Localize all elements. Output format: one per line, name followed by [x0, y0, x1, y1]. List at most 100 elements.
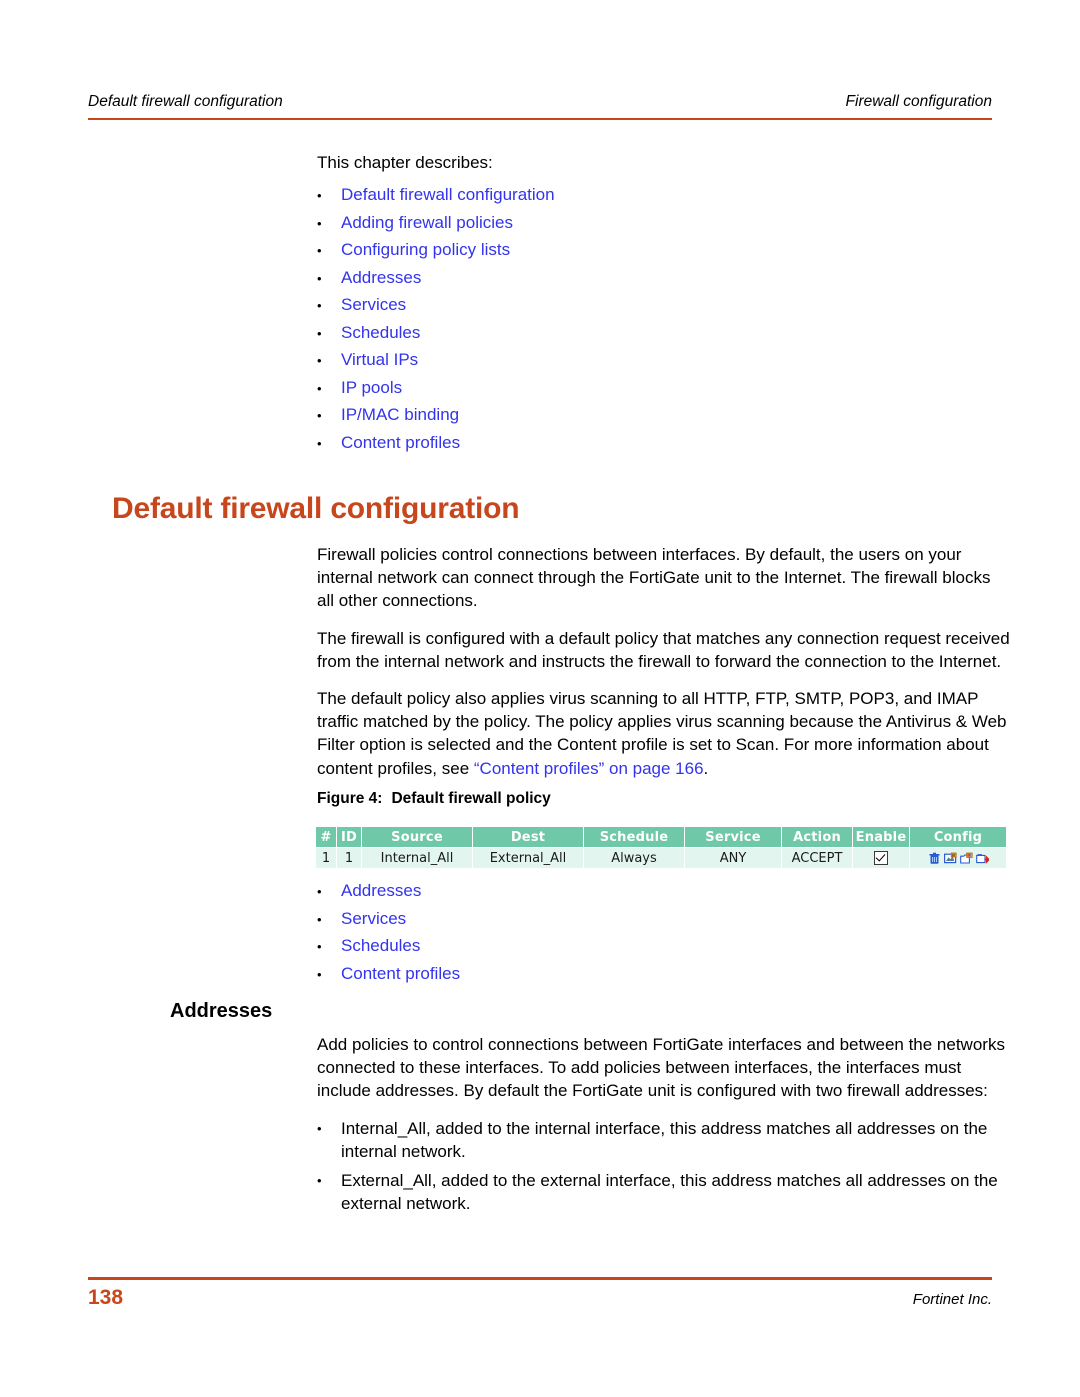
paragraph-1: Firewall policies control connections be…	[317, 545, 991, 611]
bullet-glyph: •	[317, 243, 322, 258]
cell-number: 1	[315, 847, 337, 869]
chapter-link-virtual-ips[interactable]: Virtual IPs	[341, 347, 418, 374]
bullet-glyph: •	[317, 215, 322, 231]
bullet-glyph: •	[317, 884, 322, 899]
chapter-link-addresses[interactable]: Addresses	[341, 265, 421, 292]
addresses-bullet-list: • Internal_All, added to the internal int…	[317, 1117, 1007, 1216]
bullet-glyph: •	[317, 380, 322, 396]
edit-icon[interactable]	[943, 852, 957, 865]
section-topic-list: • Addresses • Services • Schedules • Content…	[317, 878, 717, 988]
running-header-right: Firewall configuration	[845, 93, 992, 110]
page-number: 138	[88, 1286, 124, 1309]
bullet-glyph: •	[317, 1120, 322, 1136]
chapter-link-content-profiles[interactable]: Content profiles	[341, 430, 460, 457]
bullet-glyph: •	[317, 939, 322, 954]
chapter-link-schedules[interactable]: Schedules	[341, 320, 420, 347]
section-link-services[interactable]: Services	[341, 906, 406, 933]
table-header-row: # ID Source Dest Schedule Service Action…	[315, 826, 1007, 848]
running-header-left: Default firewall configuration	[88, 93, 283, 110]
header-rule	[88, 118, 992, 120]
bullet-glyph: •	[317, 911, 322, 927]
cell-config	[909, 847, 1007, 869]
column-header-action: Action	[781, 826, 853, 848]
chapter-link-ip-pools[interactable]: IP pools	[341, 375, 402, 402]
paragraph-3-period: .	[703, 758, 709, 778]
bullet-glyph: •	[317, 1173, 322, 1189]
bullet-glyph: •	[317, 325, 322, 341]
chapter-link-services[interactable]: Services	[341, 292, 406, 319]
cell-schedule: Always	[583, 847, 685, 869]
cell-service: ANY	[684, 847, 782, 869]
figure-title: Default firewall policy	[391, 790, 551, 807]
figure-caption: Figure 4: Default firewall policy	[317, 790, 551, 808]
config-icon-group	[910, 852, 1006, 865]
addresses-section-body: Add policies to control connections betw…	[317, 1033, 1007, 1221]
section-link-content-profiles[interactable]: Content profiles	[341, 961, 460, 988]
insert-icon[interactable]	[975, 852, 990, 865]
list-item: • Configuring policy lists	[317, 237, 997, 265]
intro-lead: This chapter describes:	[317, 153, 493, 172]
body-text-column: Firewall policies control connections be…	[317, 543, 1012, 780]
cross-reference-link-content-profiles[interactable]: “Content profiles” on page 166	[474, 759, 704, 778]
cell-enable	[852, 847, 910, 869]
footer-rule	[88, 1277, 992, 1280]
cell-dest: External_All	[472, 847, 584, 869]
page-footer: 138 Fortinet Inc.	[88, 1286, 992, 1310]
column-header-dest: Dest	[472, 826, 584, 848]
bullet-glyph: •	[317, 966, 322, 982]
bullet-glyph: •	[317, 353, 322, 368]
table-header: # ID Source Dest Schedule Service Action…	[315, 826, 1007, 848]
address-item-external-all: External_All, added to the external inte…	[341, 1171, 998, 1214]
document-page: Default firewall configuration Firewall …	[0, 0, 1080, 1397]
list-item: • Addresses	[317, 878, 717, 906]
table-row: 1 1 Internal_All External_All Always ANY…	[315, 847, 1007, 869]
section-heading-addresses: Addresses	[170, 1000, 273, 1022]
delete-icon[interactable]	[928, 852, 941, 865]
list-item: • Content profiles	[317, 430, 997, 458]
chapter-link-default-firewall-configuration[interactable]: Default firewall configuration	[341, 182, 555, 209]
bullet-glyph: •	[317, 408, 322, 423]
paragraph-3: The default policy also applies virus sc…	[317, 687, 1012, 780]
chapter-link-adding-firewall-policies[interactable]: Adding firewall policies	[341, 210, 513, 237]
list-item: • Content profiles	[317, 961, 717, 989]
paragraph-2: The firewall is configured with a defaul…	[317, 628, 1010, 671]
section-link-schedules[interactable]: Schedules	[341, 933, 420, 960]
list-item: • Adding firewall policies	[317, 210, 997, 238]
cell-action: ACCEPT	[781, 847, 853, 869]
bullet-glyph: •	[317, 298, 322, 313]
list-item: • IP pools	[317, 375, 997, 403]
firewall-policy-table: # ID Source Dest Schedule Service Action…	[315, 826, 1007, 869]
column-header-id: ID	[336, 826, 362, 848]
list-item: • External_All, added to the external int…	[317, 1169, 1007, 1215]
chapter-link-ip-mac-binding[interactable]: IP/MAC binding	[341, 402, 459, 429]
cell-source: Internal_All	[361, 847, 473, 869]
list-item: • Services	[317, 292, 997, 320]
address-item-internal-all: Internal_All, added to the internal inte…	[341, 1118, 988, 1161]
figure-number: Figure 4:	[317, 790, 383, 807]
bullet-glyph: •	[317, 188, 322, 203]
list-item: • Internal_All, added to the internal int…	[317, 1117, 1007, 1163]
column-header-schedule: Schedule	[583, 826, 685, 848]
list-item: • IP/MAC binding	[317, 402, 997, 430]
chapter-topic-list: • Default firewall configuration • Adding …	[317, 182, 997, 457]
bullet-glyph: •	[317, 435, 322, 451]
column-header-config: Config	[909, 826, 1007, 848]
list-item: • Services	[317, 906, 717, 934]
list-item: • Default firewall configuration	[317, 182, 997, 210]
column-header-source: Source	[361, 826, 473, 848]
list-item: • Schedules	[317, 320, 997, 348]
list-item: • Addresses	[317, 265, 997, 293]
bullet-glyph: •	[317, 270, 322, 286]
running-header: Default firewall configuration Firewall …	[88, 93, 992, 111]
list-item: • Schedules	[317, 933, 717, 961]
column-header-service: Service	[684, 826, 782, 848]
section-link-addresses[interactable]: Addresses	[341, 878, 421, 905]
list-item: • Virtual IPs	[317, 347, 997, 375]
enable-checkbox[interactable]	[874, 851, 888, 865]
clone-icon[interactable]	[959, 852, 973, 865]
chapter-link-configuring-policy-lists[interactable]: Configuring policy lists	[341, 237, 510, 264]
table-body: 1 1 Internal_All External_All Always ANY…	[315, 847, 1007, 869]
section-link-list: • Addresses • Services • Schedules • Content…	[317, 878, 717, 988]
cell-id: 1	[336, 847, 362, 869]
company-name: Fortinet Inc.	[912, 1291, 992, 1308]
